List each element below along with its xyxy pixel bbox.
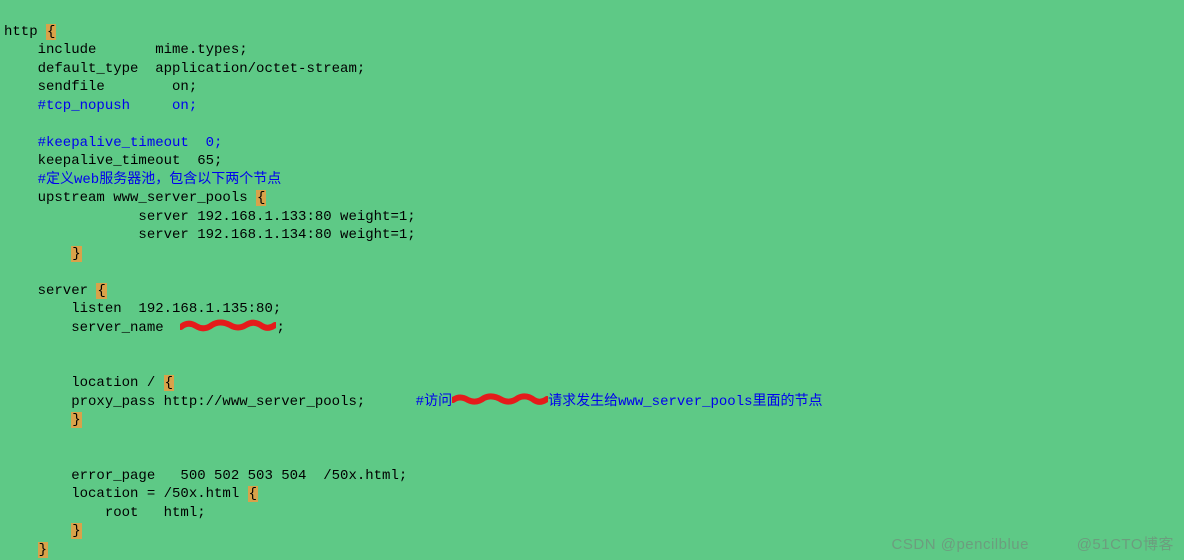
code-text: error_page 500 502 503 504 /50x.html; — [4, 468, 407, 484]
code-text: upstream www_server_pools — [4, 190, 256, 206]
brace: { — [248, 486, 258, 502]
brace: { — [96, 283, 106, 299]
brace: { — [256, 190, 266, 206]
redaction-mark — [180, 318, 276, 332]
brace: { — [46, 24, 56, 40]
code-text: location / — [4, 375, 164, 391]
brace: } — [71, 523, 81, 539]
comment-text: #tcp_nopush on; — [4, 98, 197, 114]
watermark-csdn: CSDN @pencilblue — [892, 536, 1029, 555]
code-text: http — [4, 24, 46, 40]
brace: } — [71, 246, 81, 262]
code-text: root html; — [4, 505, 206, 521]
code-text: proxy_pass http://www_server_pools; — [4, 394, 416, 410]
code-text: location = /50x.html — [4, 486, 248, 502]
comment-text: 请求发生给www_server_pools里面的节点 — [548, 394, 822, 410]
code-text: ; — [276, 320, 284, 336]
watermark-51cto: @51CTO博客 — [1077, 536, 1174, 555]
comment-text: #keepalive_timeout 0; — [4, 135, 222, 151]
code-text: keepalive_timeout 65; — [4, 153, 222, 169]
code-text — [4, 246, 71, 262]
code-text — [4, 542, 38, 558]
comment-text: #访问 — [416, 394, 452, 410]
code-text: server — [4, 283, 96, 299]
brace: { — [164, 375, 174, 391]
code-text: server_name — [4, 320, 180, 336]
nginx-config-code: http { include mime.types; default_type … — [0, 0, 1184, 560]
code-text: listen 192.168.1.135:80; — [4, 301, 281, 317]
code-text: include mime.types; — [4, 42, 248, 58]
code-text — [4, 412, 71, 428]
code-text: server 192.168.1.134:80 weight=1; — [4, 227, 416, 243]
code-text: default_type application/octet-stream; — [4, 61, 365, 77]
code-text: sendfile on; — [4, 79, 197, 95]
comment-text: #定义web服务器池，包含以下两个节点 — [4, 172, 281, 188]
brace: } — [38, 542, 48, 558]
redaction-mark — [452, 392, 548, 406]
code-text: server 192.168.1.133:80 weight=1; — [4, 209, 416, 225]
code-text — [4, 523, 71, 539]
brace: } — [71, 412, 81, 428]
